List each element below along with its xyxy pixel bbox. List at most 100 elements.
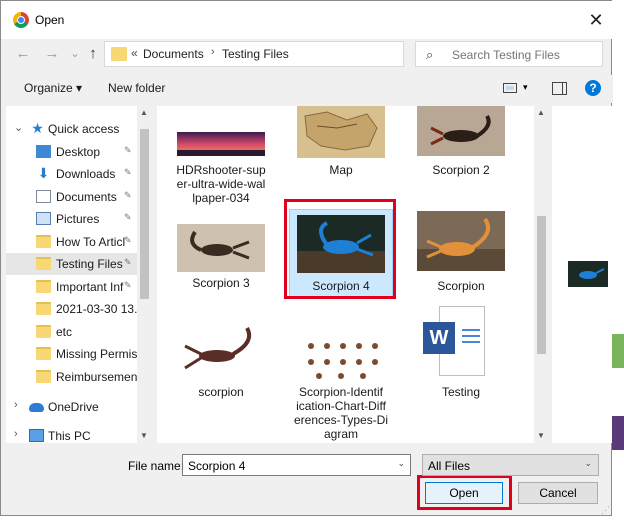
sidebar-item-label: Quick access bbox=[48, 122, 120, 136]
scroll-down-icon[interactable]: ▼ bbox=[537, 431, 545, 440]
pin-icon: ✎ bbox=[124, 190, 132, 200]
title-bar: Open ✕ bbox=[1, 1, 613, 39]
dialog-title: Open bbox=[35, 13, 65, 27]
preview-pane-icon[interactable] bbox=[552, 82, 567, 95]
navigation-scrollbar-thumb[interactable] bbox=[140, 129, 149, 299]
file-type-select[interactable]: All Files ⌄ bbox=[422, 454, 599, 476]
document-line bbox=[462, 341, 480, 343]
sidebar-item-2021-03-30[interactable]: 2021-03-30 13.21 bbox=[6, 298, 151, 320]
sidebar-item-downloads[interactable]: ⬇ Downloads ✎ bbox=[6, 163, 137, 185]
new-folder-button[interactable]: New folder bbox=[108, 81, 165, 95]
preview-pane bbox=[552, 106, 612, 443]
preview-thumbnail bbox=[568, 261, 608, 287]
pictures-icon bbox=[36, 212, 51, 225]
sidebar-item-this-pc[interactable]: › This PC bbox=[6, 425, 137, 443]
star-icon: ★ bbox=[31, 120, 44, 136]
file-list-scrollbar-thumb[interactable] bbox=[537, 216, 546, 354]
file-name-value[interactable]: Scorpion 4 bbox=[188, 459, 245, 473]
desktop-icon bbox=[36, 145, 51, 158]
scorpion-thumbnail bbox=[177, 322, 265, 378]
help-icon[interactable]: ? bbox=[585, 80, 601, 96]
download-icon: ⬇ bbox=[37, 165, 50, 181]
organize-menu-button[interactable]: Organize ▾ bbox=[24, 81, 82, 95]
cancel-button[interactable]: Cancel bbox=[518, 482, 598, 504]
close-button[interactable]: ✕ bbox=[581, 7, 611, 33]
search-box[interactable]: ⌕ bbox=[415, 41, 603, 67]
selected-file-highlight-box bbox=[284, 199, 396, 299]
sidebar-item-documents[interactable]: Documents ✎ bbox=[6, 186, 137, 208]
sidebar-item-label: Downloads bbox=[56, 167, 116, 181]
address-bar[interactable]: « Documents › Testing Files ⌄ ↻ bbox=[104, 41, 497, 67]
sidebar-item-label: Testing Files bbox=[56, 257, 123, 271]
expand-chevron-icon[interactable]: › bbox=[14, 428, 18, 440]
sidebar-item-reimbursement[interactable]: Reimbursement bbox=[6, 366, 141, 388]
scorpion-thumbnail bbox=[417, 106, 505, 156]
back-arrow-icon[interactable]: ← bbox=[12, 43, 34, 65]
sidebar-item-onedrive[interactable]: › OneDrive bbox=[6, 396, 137, 418]
sidebar-item-quick-access[interactable]: ⌄ ★ Quick access bbox=[6, 118, 137, 140]
folder-icon bbox=[36, 347, 51, 360]
file-name: Scorpion 3 bbox=[192, 276, 250, 290]
scroll-down-icon[interactable]: ▼ bbox=[140, 431, 148, 440]
overflow-chevron-icon[interactable]: « bbox=[131, 46, 138, 60]
sidebar-item-important-info[interactable]: Important Inf ✎ bbox=[6, 276, 137, 298]
breadcrumb-testing-files[interactable]: Testing Files bbox=[222, 47, 289, 61]
map-thumbnail bbox=[297, 106, 385, 158]
file-name: erences-Types-Di bbox=[293, 413, 389, 427]
navigation-pane: ⌄ ★ Quick access Desktop ✎ ⬇ Downloads ✎… bbox=[6, 106, 152, 443]
view-options-dropdown-icon[interactable]: ▾ bbox=[523, 82, 528, 93]
document-line bbox=[462, 329, 480, 331]
search-input[interactable] bbox=[452, 48, 597, 62]
scroll-up-icon[interactable]: ▲ bbox=[537, 108, 545, 117]
sidebar-item-label: Important Inf bbox=[56, 280, 124, 294]
open-button[interactable]: Open bbox=[425, 482, 503, 504]
pc-icon bbox=[29, 429, 44, 442]
sunset-thumbnail bbox=[177, 132, 265, 156]
sidebar-item-desktop[interactable]: Desktop ✎ bbox=[6, 141, 137, 163]
sidebar-item-how-to-articles[interactable]: How To Articl ✎ bbox=[6, 231, 137, 253]
change-view-icon[interactable] bbox=[503, 83, 517, 93]
sidebar-item-testing-files[interactable]: Testing Files ✎ bbox=[6, 253, 137, 275]
background-purple-block bbox=[612, 416, 624, 450]
forward-arrow-icon[interactable]: → bbox=[41, 43, 63, 65]
file-name: er-ultra-wide-wal bbox=[176, 177, 266, 191]
folder-icon bbox=[36, 302, 51, 315]
file-name: agram bbox=[323, 427, 358, 441]
file-name: Scorpion 2 bbox=[432, 163, 490, 177]
chevron-down-icon[interactable]: ⌄ bbox=[397, 458, 405, 469]
pin-icon: ✎ bbox=[124, 280, 132, 290]
sidebar-item-missing-permissions[interactable]: Missing Permiss bbox=[6, 343, 143, 365]
scorpion-thumbnail bbox=[177, 224, 265, 272]
file-name: scorpion bbox=[198, 385, 244, 399]
file-name: Map bbox=[329, 163, 353, 177]
breadcrumb-documents[interactable]: Documents bbox=[143, 47, 204, 61]
folder-icon bbox=[36, 280, 51, 293]
up-arrow-icon[interactable]: ↑ bbox=[82, 43, 104, 65]
sidebar-item-label: Desktop bbox=[56, 145, 101, 159]
folder-icon bbox=[111, 47, 127, 61]
pin-icon: ✎ bbox=[124, 145, 132, 155]
sidebar-item-etc[interactable]: etc bbox=[6, 321, 137, 343]
chrome-icon bbox=[13, 12, 29, 28]
file-name: Scorpion-Identif bbox=[298, 385, 384, 399]
file-type-value: All Files bbox=[428, 459, 471, 473]
sidebar-item-label: etc bbox=[56, 325, 73, 339]
background-green-block bbox=[612, 334, 624, 368]
file-name-label: File name: bbox=[128, 459, 185, 473]
expand-chevron-icon[interactable]: ⌄ bbox=[14, 121, 23, 134]
file-name: ication-Chart-Diff bbox=[296, 399, 386, 413]
chevron-down-icon[interactable]: ⌄ bbox=[584, 458, 592, 469]
file-name-input[interactable]: Scorpion 4 ⌄ bbox=[182, 454, 411, 476]
scorpion-thumbnail bbox=[417, 211, 505, 271]
expand-chevron-icon[interactable]: › bbox=[14, 399, 18, 411]
sidebar-item-pictures[interactable]: Pictures ✎ bbox=[6, 208, 137, 230]
resize-grip-icon[interactable]: ⋰ bbox=[601, 505, 610, 516]
scroll-up-icon[interactable]: ▲ bbox=[140, 108, 148, 117]
pin-icon: ✎ bbox=[124, 212, 132, 222]
folder-icon bbox=[36, 257, 51, 270]
file-name: HDRshooter-sup bbox=[176, 163, 266, 177]
word-logo-icon: W bbox=[423, 322, 455, 354]
open-dialog: Open ✕ ← → ⌄ ↑ « Documents › Testing Fil… bbox=[0, 0, 613, 516]
file-name: Testing bbox=[441, 385, 481, 399]
file-name: Scorpion bbox=[437, 279, 485, 293]
